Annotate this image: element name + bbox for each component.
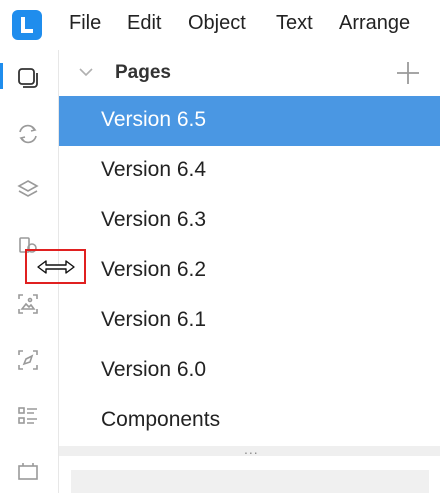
- page-item-label: Version 6.0: [101, 358, 207, 381]
- menu-arrange[interactable]: Arrange: [339, 12, 410, 35]
- sync-icon[interactable]: [8, 114, 48, 154]
- page-item-label: Version 6.5: [101, 108, 207, 131]
- list-icon[interactable]: [8, 396, 48, 436]
- page-item-label: Components: [101, 408, 221, 431]
- page-item-label: Version 6.2: [101, 258, 207, 281]
- active-indicator: [0, 63, 3, 89]
- app-logo-icon[interactable]: [12, 10, 42, 40]
- pen-icon[interactable]: [8, 340, 48, 380]
- menu-text[interactable]: Text: [276, 12, 313, 35]
- page-item-version-6-1[interactable]: Version 6.1: [59, 296, 440, 346]
- menu-bar: File Edit Object Text Arrange: [0, 0, 440, 50]
- menu-edit[interactable]: Edit: [127, 12, 161, 35]
- page-item-version-6-3[interactable]: Version 6.3: [59, 196, 440, 246]
- pages-panel-header: Pages: [59, 50, 440, 96]
- page-item-version-6-0[interactable]: Version 6.0: [59, 346, 440, 396]
- menu-object[interactable]: Object: [188, 12, 246, 35]
- pages-icon[interactable]: [8, 58, 48, 98]
- page-item-version-6-2[interactable]: Version 6.2: [59, 246, 440, 296]
- add-page-icon[interactable]: [395, 60, 421, 86]
- layers-icon[interactable]: [8, 170, 48, 210]
- resize-cursor-icon: [37, 257, 75, 282]
- menu-file[interactable]: File: [69, 12, 101, 35]
- page-item-version-6-4[interactable]: Version 6.4: [59, 146, 440, 196]
- page-list: Version 6.5 Version 6.4 Version 6.3 Vers…: [59, 96, 440, 446]
- frame-icon[interactable]: [8, 452, 48, 492]
- pages-panel-title: Pages: [115, 62, 171, 83]
- page-item-label: Version 6.3: [101, 208, 207, 231]
- chevron-down-icon[interactable]: [77, 63, 95, 86]
- image-icon[interactable]: [8, 284, 48, 324]
- panel-splitter[interactable]: ...: [59, 441, 440, 457]
- splitter-grip: ...: [244, 441, 259, 457]
- page-item-label: Version 6.4: [101, 158, 207, 181]
- page-item-version-6-5[interactable]: Version 6.5: [59, 96, 440, 146]
- lower-panel-area: [71, 470, 429, 493]
- pages-panel: Pages Version 6.5 Version 6.4 Version 6.…: [58, 50, 440, 493]
- page-item-components[interactable]: Components: [59, 396, 440, 446]
- page-item-label: Version 6.1: [101, 308, 207, 331]
